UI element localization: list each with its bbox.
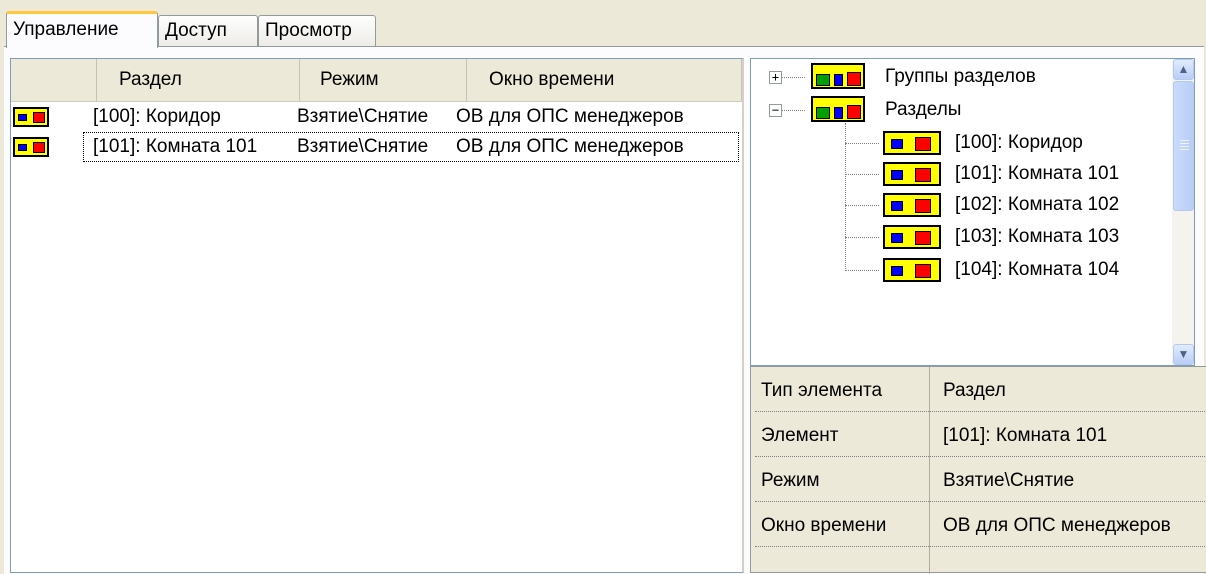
expand-icon[interactable]: +: [769, 71, 782, 84]
list-header: Раздел Режим Окно времени: [11, 59, 742, 102]
property-name: Тип элемента: [761, 380, 883, 401]
tree-node-sections[interactable]: Разделы: [885, 95, 961, 125]
tree-connector: [845, 270, 879, 271]
scroll-thumb[interactable]: [1173, 81, 1194, 211]
property-row[interactable]: Элемент [101]: Комната 101: [755, 416, 1206, 457]
property-name: Окно времени: [761, 515, 887, 536]
tree-node-section[interactable]: [102]: Комната 102: [955, 190, 1119, 220]
property-row[interactable]: Тип элемента Раздел: [755, 371, 1206, 412]
tree-node-groups[interactable]: Группы разделов: [885, 62, 1036, 92]
property-name: Элемент: [761, 425, 839, 446]
section-icon: [883, 131, 941, 155]
row-mode: Взятие\Снятие: [297, 136, 429, 157]
row-window: ОВ для ОПС менеджеров: [456, 106, 684, 127]
section-group-icon: [811, 96, 865, 122]
property-row[interactable]: Режим Взятие\Снятие: [755, 461, 1206, 502]
tree-scrollbar[interactable]: ▲ ▼: [1172, 59, 1194, 365]
tab-access[interactable]: Доступ: [158, 15, 258, 47]
row-section: [100]: Коридор: [93, 106, 221, 127]
sections-tree[interactable]: + Группы разделов − Разделы [100]: Корид…: [750, 58, 1195, 366]
property-row[interactable]: Окно времени ОВ для ОПС менеджеров: [755, 506, 1206, 547]
scroll-down-icon[interactable]: ▼: [1173, 344, 1194, 365]
tree-connector: [845, 123, 846, 271]
column-header-mode[interactable]: Режим: [300, 59, 467, 101]
row-mode: Взятие\Снятие: [297, 106, 429, 127]
section-icon: [13, 107, 49, 127]
column-header-section[interactable]: Раздел: [97, 59, 300, 101]
tree-connector: [845, 174, 879, 175]
section-icon: [883, 258, 941, 282]
section-icon: [883, 225, 941, 249]
column-header-window[interactable]: Окно времени: [467, 59, 742, 101]
list-row[interactable]: [100]: Коридор Взятие\Снятие ОВ для ОПС …: [11, 102, 742, 132]
scroll-up-icon[interactable]: ▲: [1173, 59, 1194, 80]
tab-control[interactable]: Управление: [6, 11, 158, 48]
tree-node-section[interactable]: [100]: Коридор: [955, 128, 1083, 158]
tree-connector: [845, 237, 879, 238]
tree-node-section[interactable]: [104]: Комната 104: [955, 255, 1119, 285]
property-name: Режим: [761, 470, 820, 491]
section-icon: [883, 162, 941, 186]
sections-list[interactable]: Раздел Режим Окно времени [100]: Коридор…: [10, 58, 744, 573]
section-icon: [883, 193, 941, 217]
tab-view[interactable]: Просмотр: [258, 15, 376, 47]
tree-connector: [845, 205, 879, 206]
row-section: [101]: Комната 101: [93, 136, 258, 157]
column-header-icon[interactable]: [11, 59, 97, 101]
list-row[interactable]: [101]: Комната 101 Взятие\Снятие ОВ для …: [11, 132, 742, 162]
property-value: ОВ для ОПС менеджеров: [943, 515, 1171, 536]
property-value: Раздел: [943, 380, 1006, 401]
property-value: Взятие\Снятие: [943, 470, 1075, 491]
section-group-icon: [811, 63, 865, 89]
row-window: ОВ для ОПС менеджеров: [456, 136, 684, 157]
collapse-icon[interactable]: −: [769, 104, 782, 117]
tree-node-section[interactable]: [101]: Комната 101: [955, 159, 1119, 189]
tree-connector: [845, 143, 879, 144]
section-icon: [13, 137, 49, 157]
property-value: [101]: Комната 101: [943, 425, 1108, 446]
tree-node-section[interactable]: [103]: Комната 103: [955, 222, 1119, 252]
property-grid: Тип элемента Раздел Элемент [101]: Комна…: [750, 366, 1206, 574]
